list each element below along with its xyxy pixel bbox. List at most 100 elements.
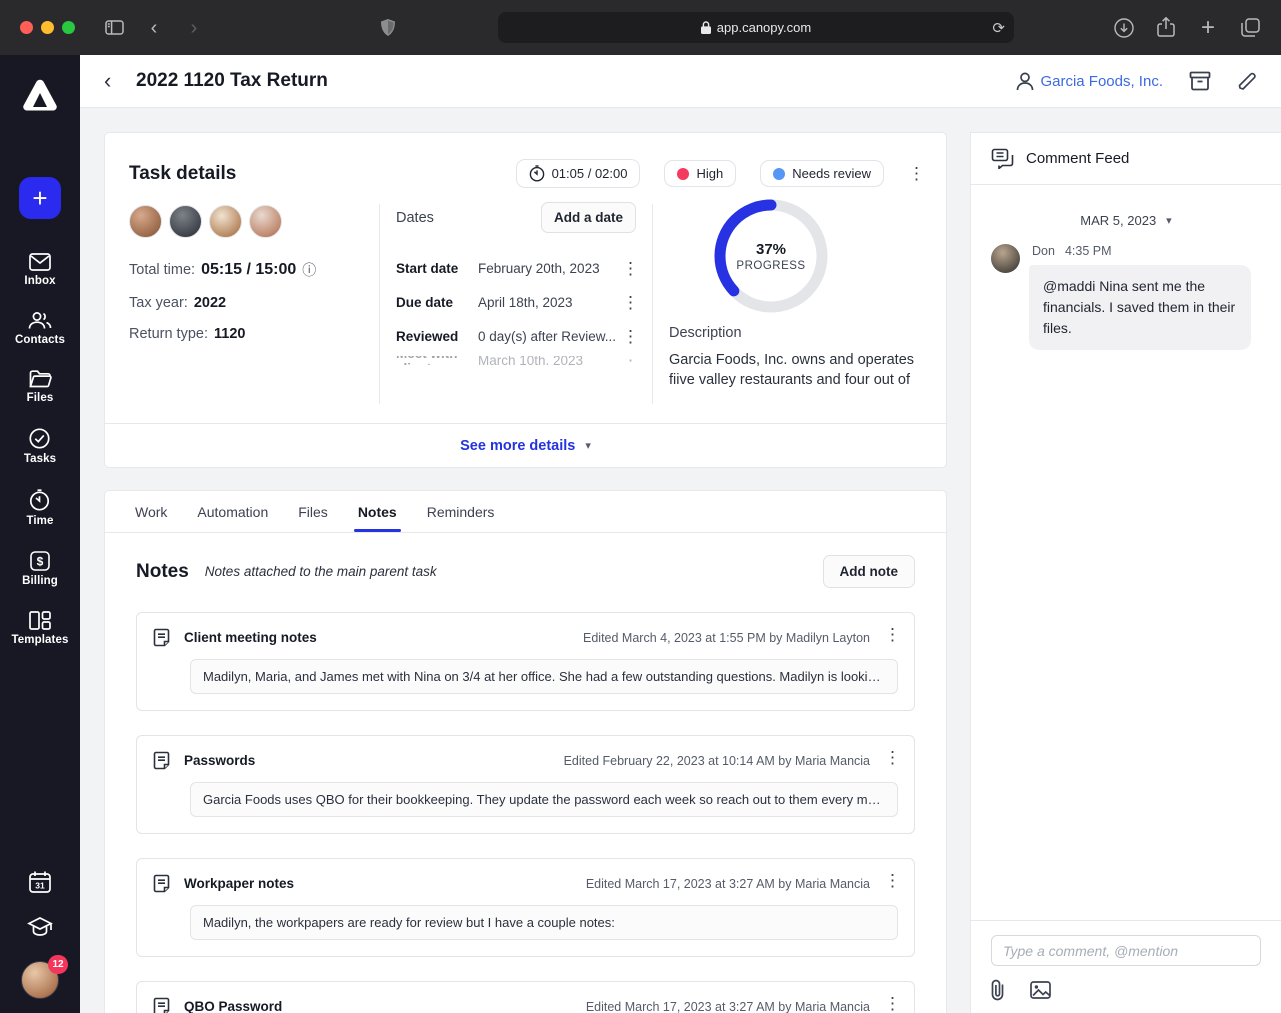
- canopy-logo-icon[interactable]: [22, 79, 58, 111]
- date-value: February 20th, 2023: [478, 261, 618, 276]
- comment-feed-icon: [991, 148, 1014, 169]
- archive-icon[interactable]: [1189, 71, 1211, 91]
- svg-text:$: $: [37, 554, 44, 568]
- page-header: ‹ 2022 1120 Tax Return Garcia Foods, Inc…: [80, 55, 1281, 108]
- info-icon[interactable]: ⓘ: [302, 260, 316, 280]
- browser-back-button[interactable]: ‹: [139, 13, 169, 43]
- maximize-window-button[interactable]: [62, 21, 75, 34]
- total-time-label: Total time:: [129, 262, 195, 278]
- return-type-value: 1120: [214, 326, 245, 342]
- note-icon: [153, 874, 170, 893]
- browser-forward-button[interactable]: ›: [179, 13, 209, 43]
- sidebar-item-inbox[interactable]: Inbox: [24, 253, 55, 287]
- share-icon[interactable]: [1151, 13, 1181, 43]
- priority-label: High: [696, 166, 723, 181]
- task-tabs-card: Work Automation Files Notes Reminders No…: [104, 490, 947, 1013]
- window-controls[interactable]: [20, 21, 75, 34]
- edit-pencil-icon[interactable]: [1237, 71, 1257, 91]
- date-value: April 18th, 2023: [478, 295, 618, 310]
- tab-reminders[interactable]: Reminders: [425, 493, 497, 531]
- comment-date-divider[interactable]: MAR 5, 2023 ▾: [971, 213, 1281, 228]
- sidebar-item-files[interactable]: Files: [27, 370, 54, 404]
- training-graduation-cap-icon[interactable]: [27, 916, 53, 939]
- address-bar[interactable]: app.canopy.com ⟳: [498, 12, 1014, 43]
- user-avatar[interactable]: 12: [21, 961, 59, 999]
- person-icon: [1016, 72, 1034, 91]
- see-more-details[interactable]: See more details ▾: [105, 423, 946, 467]
- reload-icon[interactable]: ⟳: [992, 19, 1005, 37]
- tab-bar: Work Automation Files Notes Reminders: [105, 491, 946, 533]
- avatar: [991, 244, 1020, 273]
- priority-dot: [677, 168, 689, 180]
- note-card: QBO Password Edited March 17, 2023 at 3:…: [136, 981, 915, 1013]
- note-title: Client meeting notes: [184, 630, 317, 645]
- sidebar-item-contacts[interactable]: Contacts: [15, 311, 65, 346]
- add-date-button[interactable]: Add a date: [541, 202, 636, 233]
- note-kebab-menu-icon[interactable]: ⋮: [884, 999, 898, 1008]
- tab-notes[interactable]: Notes: [356, 493, 399, 531]
- sidebar-item-billing[interactable]: $ Billing: [22, 551, 58, 587]
- note-kebab-menu-icon[interactable]: ⋮: [884, 753, 898, 762]
- date-label: Meet with client: [396, 356, 478, 365]
- url-text: app.canopy.com: [717, 20, 811, 35]
- note-kebab-menu-icon[interactable]: ⋮: [884, 876, 898, 885]
- tax-year-value: 2022: [194, 295, 226, 311]
- tab-work[interactable]: Work: [133, 493, 169, 531]
- comment-feed-panel: Comment Feed MAR 5, 2023 ▾ Don 4:35 PM @…: [970, 132, 1281, 1013]
- tab-automation[interactable]: Automation: [195, 493, 270, 531]
- sidebar-toggle-icon[interactable]: [99, 13, 129, 43]
- downloads-icon[interactable]: [1109, 13, 1139, 43]
- chevron-down-icon: ▾: [585, 439, 591, 452]
- minimize-window-button[interactable]: [41, 21, 54, 34]
- note-card: Client meeting notes Edited March 4, 202…: [136, 612, 915, 711]
- notification-badge: 12: [48, 955, 68, 974]
- date-kebab-menu-icon[interactable]: ⋮: [622, 332, 636, 341]
- note-icon: [153, 751, 170, 770]
- inbox-envelope-icon: [29, 253, 51, 271]
- add-note-button[interactable]: Add note: [823, 555, 916, 588]
- comment-input[interactable]: [991, 935, 1261, 966]
- note-body[interactable]: Madilyn, Maria, and James met with Nina …: [190, 659, 898, 694]
- description-text: Garcia Foods, Inc. owns and operates fii…: [669, 351, 917, 388]
- sidebar-item-tasks[interactable]: Tasks: [24, 428, 56, 465]
- attachment-paperclip-icon[interactable]: [991, 979, 1004, 1001]
- insert-image-icon[interactable]: [1030, 981, 1051, 999]
- sidebar-item-templates[interactable]: Templates: [12, 611, 69, 646]
- note-meta: Edited March 4, 2023 at 1:55 PM by Madil…: [583, 631, 870, 645]
- timer-value: 01:05 / 02:00: [552, 166, 628, 181]
- page-title: 2022 1120 Tax Return: [136, 70, 328, 92]
- date-kebab-menu-icon[interactable]: ⋮: [622, 298, 636, 307]
- calendar-icon[interactable]: 31: [28, 870, 52, 894]
- date-label: Reviewed: [396, 329, 478, 344]
- note-card: Passwords Edited February 22, 2023 at 10…: [136, 735, 915, 834]
- date-row-reviewed: Reviewed 0 day(s) after Review... ⋮: [396, 329, 636, 344]
- note-kebab-menu-icon[interactable]: ⋮: [884, 630, 898, 639]
- tab-files[interactable]: Files: [296, 493, 330, 531]
- global-add-button[interactable]: +: [19, 177, 61, 219]
- sidebar-item-time[interactable]: Time: [26, 489, 53, 527]
- lock-icon: [701, 21, 711, 34]
- chevron-down-icon: ▾: [1166, 214, 1172, 227]
- tab-overview-icon[interactable]: [1235, 13, 1265, 43]
- task-kebab-menu-icon[interactable]: ⋮: [908, 169, 922, 178]
- comment-bubble: @maddi Nina sent me the financials. I sa…: [1029, 265, 1251, 350]
- close-window-button[interactable]: [20, 21, 33, 34]
- status-dot: [773, 168, 785, 180]
- avatar: [129, 205, 162, 238]
- status-chip[interactable]: Needs review: [760, 160, 884, 187]
- assignee-avatars[interactable]: [129, 205, 379, 238]
- note-body[interactable]: Madilyn, the workpapers are ready for re…: [190, 905, 898, 940]
- tax-year-label: Tax year:: [129, 295, 188, 311]
- new-tab-icon[interactable]: +: [1193, 13, 1223, 43]
- date-kebab-menu-icon[interactable]: ⋮: [622, 264, 636, 273]
- priority-chip[interactable]: High: [664, 160, 736, 187]
- note-body[interactable]: Garcia Foods uses QBO for their bookkeep…: [190, 782, 898, 817]
- task-details-title: Task details: [129, 163, 236, 185]
- tasks-check-circle-icon: [29, 428, 50, 449]
- back-button[interactable]: ‹: [104, 70, 128, 92]
- see-more-label: See more details: [460, 438, 575, 454]
- client-link[interactable]: Garcia Foods, Inc.: [1016, 72, 1163, 91]
- date-value: 0 day(s) after Review...: [478, 329, 618, 344]
- timer-chip[interactable]: 01:05 / 02:00: [516, 159, 641, 188]
- shield-icon[interactable]: [373, 13, 403, 43]
